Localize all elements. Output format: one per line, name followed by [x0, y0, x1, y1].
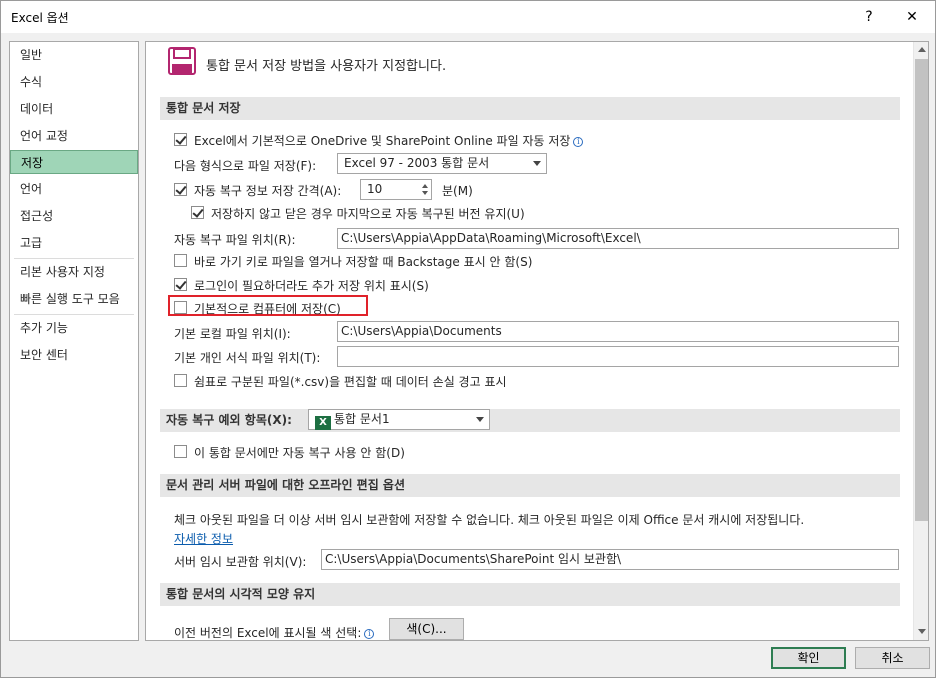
info-icon: i [364, 629, 375, 639]
default-local-location-input[interactable]: C:\Users\Appia\Documents [337, 321, 899, 342]
info-icon: i [573, 137, 584, 147]
colors-button[interactable]: 색(C)... [389, 618, 464, 640]
nav-item-quick-access-toolbar[interactable]: 빠른 실행 도구 모음 [10, 287, 138, 311]
ok-button[interactable]: 확인 [771, 647, 846, 669]
page-header: 통합 문서 저장 방법을 사용자가 지정합니다. [206, 59, 447, 74]
csv-warning-checkbox[interactable] [174, 374, 187, 387]
nav-item-add-ins[interactable]: 추가 기능 [10, 316, 138, 340]
nav-item-data[interactable]: 데이터 [10, 97, 138, 121]
nav-item-language[interactable]: 언어 [10, 177, 138, 201]
chevron-down-icon [533, 161, 541, 166]
colors-label-wrap: 이전 버전의 Excel에 표시될 색 선택: i [174, 624, 375, 640]
dialog-title: Excel 옵션 [11, 11, 69, 25]
nav-item-save[interactable]: 저장 [10, 150, 138, 174]
csv-warning-label: 쉼표로 구분된 파일(*.csv)을 편집할 때 데이터 손실 경고 표시 [194, 375, 507, 389]
nav-item-accessibility[interactable]: 접근성 [10, 204, 138, 228]
autorecover-location-input[interactable]: C:\Users\Appia\AppData\Roaming\Microsoft… [337, 228, 899, 249]
nav-item-general[interactable]: 일반 [10, 43, 138, 67]
additional-places-label: 로그인이 필요하더라도 추가 저장 위치 표시(S) [194, 279, 429, 293]
section-save-workbooks: 통합 문서 저장 [160, 97, 900, 120]
nav-item-advanced[interactable]: 고급 [10, 231, 138, 255]
section-offline-editing: 문서 관리 서버 파일에 대한 오프라인 편집 옵션 [160, 474, 900, 497]
learn-more-link[interactable]: 자세한 정보 [174, 530, 233, 547]
options-nav: 일반 수식 데이터 언어 교정 저장 언어 접근성 고급 리본 사용자 지정 빠… [9, 41, 139, 641]
autorecover-checkbox[interactable] [174, 183, 187, 196]
nav-divider [14, 258, 134, 259]
save-to-computer-label: 기본적으로 컴퓨터에 저장(C) [194, 302, 341, 316]
scroll-down-icon[interactable] [918, 629, 926, 634]
vertical-scrollbar[interactable] [913, 42, 928, 640]
excel-icon: X [315, 416, 331, 430]
autorecover-minutes-value: 10 [367, 182, 383, 196]
nav-divider [14, 314, 134, 315]
nav-item-proofing[interactable]: 언어 교정 [10, 124, 138, 148]
save-format-dropdown[interactable]: Excel 97 - 2003 통합 문서 [337, 153, 547, 174]
default-template-location-label: 기본 개인 서식 파일 위치(T): [174, 351, 321, 365]
scroll-thumb[interactable] [915, 59, 928, 521]
spin-down-icon[interactable] [422, 191, 428, 195]
autorecover-label: 자동 복구 정보 저장 간격(A): [194, 184, 342, 198]
scroll-up-icon[interactable] [918, 47, 926, 52]
additional-places-checkbox[interactable] [174, 278, 187, 291]
excel-options-dialog: Excel 옵션 ? ✕ 일반 수식 데이터 언어 교정 저장 언어 접근성 고… [0, 0, 936, 678]
autorecover-location-label: 자동 복구 파일 위치(R): [174, 233, 296, 247]
cancel-button[interactable]: 취소 [855, 647, 930, 669]
server-drafts-location-label: 서버 임시 보관함 위치(V): [174, 555, 307, 569]
colors-label: 이전 버전의 Excel에 표시될 색 선택: [174, 626, 362, 640]
backstage-checkbox[interactable] [174, 254, 187, 267]
save-icon [168, 47, 196, 75]
autorecover-exceptions-title: 자동 복구 예외 항목(X): [166, 413, 292, 427]
section-visual-appearance: 통합 문서의 시각적 모양 유지 [160, 583, 900, 606]
save-to-computer-checkbox[interactable] [174, 301, 187, 314]
keep-last-version-checkbox[interactable] [191, 206, 204, 219]
server-drafts-location-input[interactable]: C:\Users\Appia\Documents\SharePoint 임시 보… [321, 549, 899, 570]
disable-autorecover-checkbox[interactable] [174, 445, 187, 458]
save-format-label: 다음 형식으로 파일 저장(F): [174, 159, 317, 173]
nav-item-customize-ribbon[interactable]: 리본 사용자 지정 [10, 260, 138, 284]
keep-last-version-label: 저장하지 않고 닫은 경우 마지막으로 자동 복구된 버전 유지(U) [211, 207, 525, 221]
save-options-panel: 통합 문서 저장 방법을 사용자가 지정합니다. 통합 문서 저장 Excel에… [145, 41, 929, 641]
autorecover-unit-label: 분(M) [442, 184, 473, 198]
title-bar: Excel 옵션 ? ✕ [1, 1, 935, 33]
close-button[interactable]: ✕ [900, 5, 924, 29]
default-template-location-input[interactable] [337, 346, 899, 367]
autosave-checkbox[interactable] [174, 133, 187, 146]
nav-item-trust-center[interactable]: 보안 센터 [10, 343, 138, 367]
chevron-down-icon [476, 417, 484, 422]
offline-editing-description: 체크 아웃된 파일을 더 이상 서버 임시 보관함에 저장할 수 없습니다. 체… [174, 513, 805, 527]
backstage-label: 바로 가기 키로 파일을 열거나 저장할 때 Backstage 표시 안 함(… [194, 255, 533, 269]
save-format-value: Excel 97 - 2003 통합 문서 [344, 156, 490, 170]
nav-item-formulas[interactable]: 수식 [10, 70, 138, 94]
autosave-label-wrap: Excel에서 기본적으로 OneDrive 및 SharePoint Onli… [194, 132, 584, 149]
default-local-location-label: 기본 로컬 파일 위치(I): [174, 327, 291, 341]
spin-up-icon[interactable] [422, 184, 428, 188]
section-autorecover-exceptions: 자동 복구 예외 항목(X): [160, 409, 900, 432]
exception-workbook-value: 통합 문서1 [334, 412, 390, 426]
exception-workbook-dropdown[interactable]: X 통합 문서1 [308, 409, 490, 430]
autosave-label: Excel에서 기본적으로 OneDrive 및 SharePoint Onli… [194, 134, 571, 148]
disable-autorecover-label: 이 통합 문서에만 자동 복구 사용 안 함(D) [194, 446, 405, 460]
autorecover-minutes-spinner[interactable]: 10 [360, 179, 432, 200]
help-button[interactable]: ? [857, 5, 881, 29]
